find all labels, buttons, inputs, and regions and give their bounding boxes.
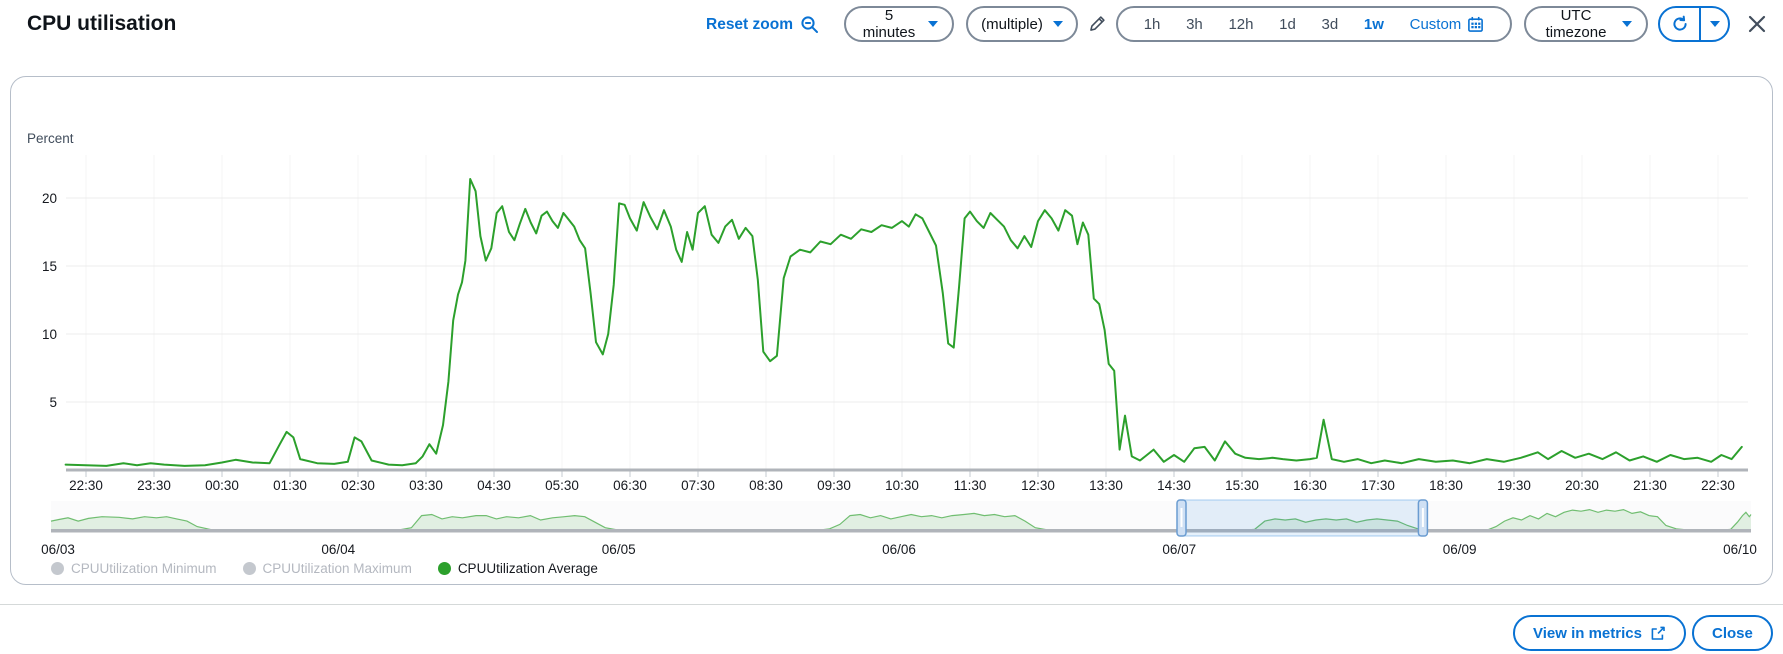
reset-zoom-label: Reset zoom [706, 15, 793, 33]
page-title: CPU utilisation [27, 12, 177, 35]
x-axis-tick-label: 06:30 [613, 478, 647, 493]
y-axis-tick-label: 10 [42, 327, 57, 342]
timeline-date-label: 06/10 [1723, 542, 1757, 557]
close-button-label: Close [1712, 624, 1753, 642]
period-dropdown-value: 5 minutes [862, 7, 916, 41]
chart-plot-area[interactable] [66, 147, 1748, 470]
dialog-close-button[interactable] [1742, 9, 1772, 39]
selection-handle-grip [1180, 508, 1183, 527]
chart-legend: CPUUtilization Minimum CPUUtilization Max… [51, 561, 598, 576]
legend-item-label: CPUUtilization Maximum [262, 561, 412, 576]
range-1d-button[interactable]: 1d [1279, 16, 1296, 33]
x-axis-tick-label: 07:30 [681, 478, 715, 493]
x-axis-tick-label: 22:30 [1701, 478, 1735, 493]
x-axis-tick-label: 13:30 [1089, 478, 1123, 493]
timeline-date-label: 06/03 [41, 542, 75, 557]
x-axis-tick-label: 09:30 [817, 478, 851, 493]
x-axis-tick-label: 17:30 [1361, 478, 1395, 493]
x-axis-tick-label: 08:30 [749, 478, 783, 493]
timeline-date-label: 06/09 [1443, 542, 1477, 557]
y-axis-tick-label: 15 [42, 259, 57, 274]
edit-metric-button[interactable] [1084, 10, 1110, 36]
timezone-dropdown-value: UTC timezone [1545, 7, 1607, 41]
x-axis-tick-label: 22:30 [69, 478, 103, 493]
chevron-down-icon [1622, 21, 1632, 27]
selection-handle-grip [1421, 508, 1424, 527]
x-axis-tick-label: 20:30 [1565, 478, 1599, 493]
x-axis-tick-label: 00:30 [205, 478, 239, 493]
x-axis-tick-label: 03:30 [409, 478, 443, 493]
metric-dropdown-value: (multiple) [981, 15, 1043, 33]
timeline-date-label: 06/05 [602, 542, 636, 557]
refresh-split-button [1658, 6, 1730, 42]
x-axis-tick-label: 11:30 [954, 478, 987, 493]
range-3d-button[interactable]: 3d [1322, 16, 1339, 33]
period-dropdown[interactable]: 5 minutes [844, 6, 954, 42]
legend-item-label: CPUUtilization Minimum [71, 561, 217, 576]
range-1h-button[interactable]: 1h [1144, 16, 1161, 33]
chevron-down-icon [1052, 21, 1063, 27]
timeline-selection[interactable] [1181, 499, 1424, 537]
legend-color-dot [51, 562, 64, 575]
refresh-icon [1672, 15, 1687, 31]
timeline-date-label: 06/06 [882, 542, 916, 557]
range-custom-button[interactable]: Custom [1410, 16, 1485, 33]
chevron-down-icon [1709, 21, 1720, 27]
y-axis-unit-label: Percent [27, 131, 74, 146]
reset-zoom-link[interactable]: Reset zoom [706, 15, 819, 34]
y-axis-tick-label: 20 [42, 191, 57, 206]
range-12h-button[interactable]: 12h [1228, 16, 1253, 33]
metric-dropdown[interactable]: (multiple) [966, 6, 1078, 42]
zoom-out-icon [801, 16, 818, 33]
close-icon [1748, 15, 1766, 33]
timeline-baseline [51, 529, 1751, 533]
x-axis-tick-label: 14:30 [1157, 478, 1191, 493]
chevron-down-icon [928, 21, 938, 27]
range-1w-button[interactable]: 1w [1364, 16, 1384, 33]
x-axis-tick-label: 01:30 [273, 478, 307, 493]
refresh-options-button[interactable] [1701, 8, 1728, 40]
x-axis-tick-label: 16:30 [1293, 478, 1327, 493]
time-range-segmented-control: 1h 3h 12h 1d 3d 1w Custom [1116, 6, 1512, 42]
view-in-metrics-label: View in metrics [1533, 624, 1642, 642]
x-axis-tick-label: 19:30 [1497, 478, 1531, 493]
x-axis-tick-label: 12:30 [1021, 478, 1055, 493]
cpu-utilization-chart: 5 10 15 20 Percent 22:30 23:30 00:30 01:30 02:30 0… [27, 131, 1757, 557]
chart-card: 5 10 15 20 Percent 22:30 23:30 00:30 01:30 02:30 0… [10, 76, 1773, 585]
external-link-icon [1651, 626, 1665, 640]
legend-item[interactable]: CPUUtilization Average [437, 561, 598, 576]
timeline-date-label: 06/07 [1162, 542, 1196, 557]
pencil-icon [1089, 15, 1105, 31]
x-axis-tick-label: 23:30 [137, 478, 171, 493]
view-in-metrics-button[interactable]: View in metrics [1513, 615, 1686, 651]
x-axis-tick-label: 04:30 [477, 478, 511, 493]
legend-item[interactable]: CPUUtilization Maximum [242, 561, 412, 576]
custom-range-label: Custom [1409, 15, 1462, 33]
x-axis-tick-label: 10:30 [885, 478, 919, 493]
legend-item[interactable]: CPUUtilization Minimum [51, 561, 217, 576]
timeline-date-label: 06/04 [321, 542, 355, 557]
legend-color-dot [437, 562, 451, 575]
x-axis-tick-label: 21:30 [1633, 478, 1667, 493]
timezone-dropdown[interactable]: UTC timezone [1524, 6, 1648, 42]
calendar-icon [1468, 16, 1484, 32]
range-3h-button[interactable]: 3h [1186, 16, 1203, 33]
x-axis-tick-label: 02:30 [341, 478, 375, 493]
y-axis-tick-label: 5 [49, 395, 57, 410]
legend-color-dot [242, 562, 256, 575]
dialog-header: CPU utilisation Reset zoom 5 minutes (mu… [0, 0, 1783, 64]
refresh-button[interactable] [1660, 8, 1701, 40]
legend-item-label: CPUUtilization Average [457, 561, 598, 576]
close-button[interactable]: Close [1692, 615, 1773, 651]
x-axis-tick-label: 05:30 [545, 478, 579, 493]
x-axis-tick-label: 15:30 [1225, 478, 1259, 493]
footer-divider [0, 604, 1783, 605]
x-axis-tick-label: 18:30 [1429, 478, 1463, 493]
